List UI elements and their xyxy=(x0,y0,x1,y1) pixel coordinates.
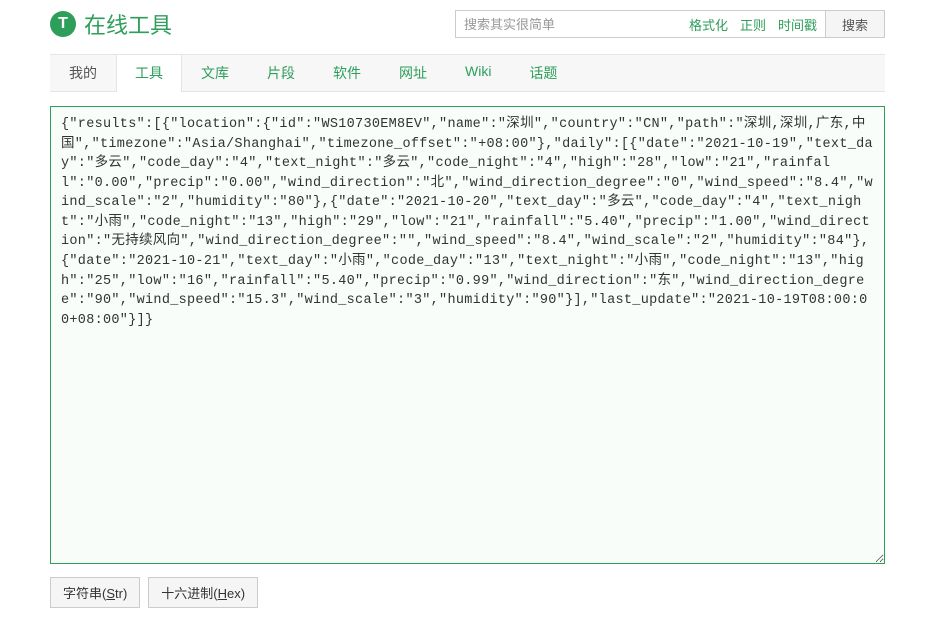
hex-button[interactable]: 十六进制(Hex) xyxy=(148,577,258,608)
logo-section[interactable]: 在线工具 xyxy=(50,8,172,40)
regex-link[interactable]: 正则 xyxy=(740,15,766,34)
hex-button-suffix: ex) xyxy=(227,586,245,601)
string-button-key: S xyxy=(106,586,115,601)
logo-icon xyxy=(50,11,76,37)
string-button-prefix: 字符串( xyxy=(63,586,106,601)
nav-item-topics[interactable]: 话题 xyxy=(510,55,576,91)
hex-button-prefix: 十六进制( xyxy=(161,586,217,601)
content-area xyxy=(50,106,885,567)
search-input[interactable] xyxy=(455,10,681,38)
string-button-suffix: tr) xyxy=(115,586,127,601)
nav-item-software[interactable]: 软件 xyxy=(314,55,380,91)
search-section: 格式化 正则 时间戳 搜索 xyxy=(455,10,885,38)
nav-item-my[interactable]: 我的 xyxy=(50,55,116,91)
nav-bar: 我的 工具 文库 片段 软件 网址 Wiki 话题 xyxy=(50,54,885,92)
string-button[interactable]: 字符串(Str) xyxy=(50,577,140,608)
bottom-buttons: 字符串(Str) 十六进制(Hex) xyxy=(50,577,885,608)
hex-button-key: H xyxy=(218,586,227,601)
format-link[interactable]: 格式化 xyxy=(689,15,728,34)
timestamp-link[interactable]: 时间戳 xyxy=(778,15,817,34)
nav-item-tools[interactable]: 工具 xyxy=(116,55,182,92)
search-button[interactable]: 搜索 xyxy=(825,10,885,38)
header: 在线工具 格式化 正则 时间戳 搜索 xyxy=(0,0,935,54)
nav-item-urls[interactable]: 网址 xyxy=(380,55,446,91)
site-title: 在线工具 xyxy=(84,8,172,40)
search-links: 格式化 正则 时间戳 xyxy=(681,10,825,38)
nav-item-library[interactable]: 文库 xyxy=(182,55,248,91)
nav-item-snippets[interactable]: 片段 xyxy=(248,55,314,91)
nav-item-wiki[interactable]: Wiki xyxy=(446,55,510,91)
json-textarea[interactable] xyxy=(50,106,885,564)
